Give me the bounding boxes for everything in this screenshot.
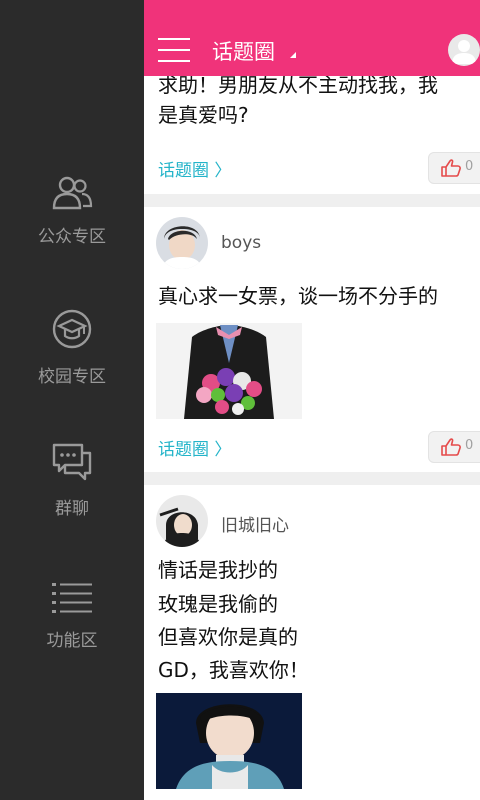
- page-title[interactable]: 话题圈: [212, 36, 275, 66]
- top-bar: 话题圈: [144, 0, 480, 76]
- menu-button[interactable]: [158, 38, 190, 62]
- post-text-line: 是真爱吗?: [158, 103, 249, 127]
- post-text-line: 情话是我抄的: [158, 558, 278, 582]
- drawer-item-public[interactable]: 公众专区: [0, 174, 144, 247]
- drawer-item-label: 功能区: [46, 631, 98, 651]
- chat-bubbles-icon: [52, 443, 92, 481]
- drawer-item-campus[interactable]: 校园专区: [0, 308, 144, 387]
- drawer-item-group-chat[interactable]: 群聊: [0, 442, 144, 519]
- post-text-line: 真心求一女票，谈一场不分手的: [158, 284, 438, 308]
- like-button[interactable]: 0: [428, 431, 480, 463]
- graduation-cap-icon: [52, 309, 92, 349]
- like-count: 0: [465, 159, 474, 174]
- thumbs-up-icon: [441, 438, 461, 456]
- topic-link[interactable]: 话题圈 〉: [158, 156, 231, 181]
- like-count: 0: [465, 438, 474, 453]
- topic-link[interactable]: 话题圈 〉: [158, 435, 231, 460]
- drawer-item-label: 群聊: [55, 499, 89, 519]
- profile-avatar[interactable]: [448, 34, 480, 66]
- post-card[interactable]: boys 真心求一女票，谈一场不分手的 话题圈 〉 0: [144, 207, 480, 472]
- post-image[interactable]: [156, 693, 302, 789]
- drawer-item-functions[interactable]: 功能区: [0, 580, 144, 651]
- avatar[interactable]: [156, 217, 208, 269]
- dropdown-caret-icon[interactable]: [290, 52, 296, 58]
- username[interactable]: 旧城旧心: [221, 511, 289, 536]
- main-panel: 话题圈 求助！男朋友从不主动找我，我 是真爱吗? 话题圈 〉 0 boys 真心…: [144, 0, 480, 800]
- drawer-item-label: 校园专区: [38, 367, 106, 387]
- side-drawer: 公众专区 校园专区 群聊 功能区: [0, 0, 144, 800]
- post-card[interactable]: 旧城旧心 情话是我抄的 玫瑰是我偷的 但喜欢你是真的 GD，我喜欢你！: [144, 485, 480, 800]
- thumbs-up-icon: [441, 159, 461, 177]
- drawer-item-label: 公众专区: [38, 227, 106, 247]
- post-text-line: 求助！男朋友从不主动找我，我: [158, 73, 438, 97]
- post-image[interactable]: [156, 323, 302, 419]
- list-icon: [52, 583, 92, 613]
- username[interactable]: boys: [221, 233, 261, 253]
- post-text-line: 玫瑰是我偷的: [158, 592, 278, 616]
- post-text-line: GD，我喜欢你！: [158, 658, 309, 682]
- like-button[interactable]: 0: [428, 152, 480, 184]
- avatar[interactable]: [156, 495, 208, 547]
- users-icon: [52, 176, 93, 210]
- post-text-line: 但喜欢你是真的: [158, 625, 298, 649]
